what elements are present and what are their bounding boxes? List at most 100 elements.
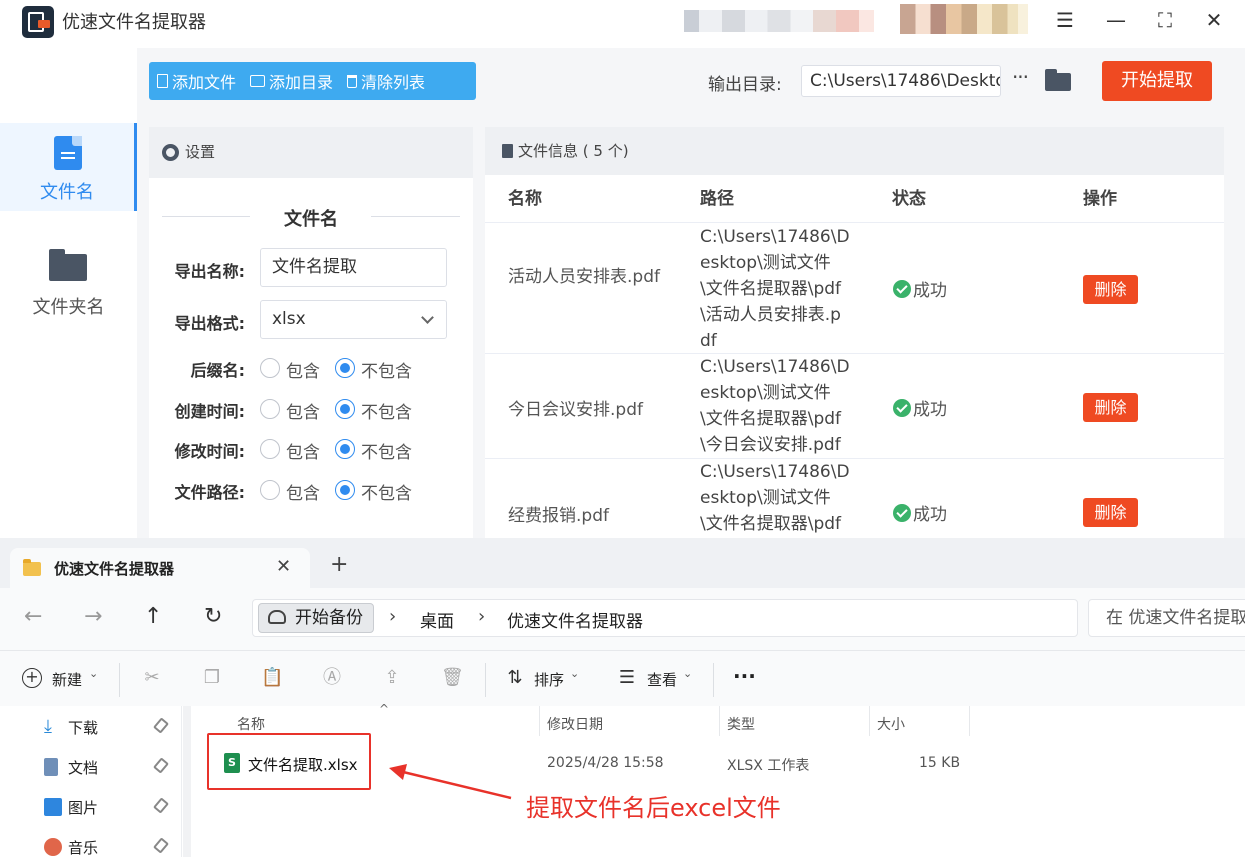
success-check-icon [893,399,911,417]
music-icon [44,838,62,856]
column-header-modified[interactable]: 修改日期 [547,714,603,734]
share-icon[interactable]: ⇪ [381,667,403,689]
radio-exclude-label: 不包含 [361,443,412,463]
sidebar-item-pictures[interactable]: 图片 [44,796,174,820]
sort-caret-icon: ^ [379,702,390,716]
radio-include[interactable] [260,358,280,378]
more-options-button[interactable]: ··· [1008,64,1032,94]
pin-icon[interactable] [152,797,170,814]
menu-icon[interactable]: ☰ [1050,6,1080,36]
file-icon [54,136,82,170]
blurred-avatar [900,4,1028,34]
back-arrow-icon[interactable]: ← [24,604,42,629]
forward-arrow-icon[interactable]: → [84,604,102,629]
pin-icon[interactable] [152,757,170,774]
nav-label: 文件夹名 [32,297,105,318]
sidebar-scrollbar[interactable] [183,706,191,857]
sidebar-item-downloads[interactable]: ⤓ 下载 [44,716,174,740]
export-format-select[interactable]: xlsx [260,300,447,339]
new-label: 新建 [52,671,83,689]
add-file-button[interactable]: 添加文件 [149,62,242,100]
radio-include[interactable] [260,399,280,419]
refresh-icon[interactable]: ↻ [204,604,222,629]
delete-button[interactable]: 删除 [1083,393,1138,422]
sidebar-item-music[interactable]: 音乐 [44,836,174,857]
nav-item-filename[interactable]: 文件名 [0,123,137,211]
nav-item-foldername[interactable]: 文件夹名 [0,238,137,326]
column-divider[interactable] [719,706,720,736]
minimize-icon[interactable]: — [1101,6,1131,36]
success-check-icon [893,280,911,298]
up-arrow-icon[interactable]: ↑ [144,604,162,629]
copy-icon[interactable]: ❐ [201,667,223,689]
column-header-status: 状态 [892,189,926,209]
annotation-arrow [389,764,512,800]
column-header-type[interactable]: 类型 [727,714,755,734]
column-divider[interactable] [969,706,970,736]
column-divider[interactable] [539,706,540,736]
close-icon[interactable]: ✕ [1199,6,1229,36]
more-button[interactable]: ··· [733,664,756,688]
delete-button[interactable]: 删除 [1083,275,1138,304]
add-directory-label: 添加目录 [269,73,334,92]
radio-exclude[interactable] [335,358,355,378]
annotation-text: 提取文件名后excel文件 [526,794,781,822]
rename-icon[interactable]: Ⓐ [321,667,343,689]
pictures-icon [44,798,62,816]
search-input[interactable]: 在 优速文件名提取 [1088,599,1245,637]
new-tab-button[interactable]: + [330,554,348,576]
close-tab-icon[interactable]: ✕ [276,556,291,577]
open-folder-icon[interactable] [1045,69,1071,91]
document-icon [502,144,513,158]
add-directory-button[interactable]: 添加目录 [242,62,339,100]
paste-icon[interactable]: 📋 [261,667,283,689]
maximize-icon[interactable]: ⛶ [1150,6,1180,36]
chevron-right-icon: › [389,606,397,627]
clear-list-button[interactable]: 清除列表 [339,62,431,100]
radio-exclude[interactable] [335,439,355,459]
radio-exclude[interactable] [335,399,355,419]
row-divider [485,353,1224,354]
breadcrumb-folder[interactable]: 优速文件名提取器 [507,607,643,632]
pin-icon[interactable] [152,717,170,734]
radio-include-label: 包含 [286,403,320,423]
blurred-account-info [684,10,874,32]
file-type: XLSX 工作表 [727,758,810,774]
settings-header: 设置 [149,127,473,178]
export-name-input[interactable]: 文件名提取 [260,248,447,287]
download-icon: ⤓ [44,716,52,737]
column-header-size[interactable]: 大小 [877,714,905,734]
cut-icon[interactable]: ✂ [141,667,163,689]
address-input[interactable]: 开始备份 › 桌面 › 优速文件名提取器 [252,599,1078,637]
column-divider[interactable] [869,706,870,736]
column-header-name[interactable]: 名称 [237,714,265,734]
pin-icon[interactable] [152,837,170,854]
status-text: 成功 [913,505,947,525]
start-extract-button[interactable]: 开始提取 [1102,61,1212,101]
row-divider [485,222,1224,223]
option-label: 修改时间: [174,442,245,461]
radio-exclude[interactable] [335,480,355,500]
output-dir-input[interactable]: C:\Users\17486\Deskto [801,65,1001,97]
radio-exclude-label: 不包含 [361,484,412,504]
radio-include[interactable] [260,439,280,459]
delete-button[interactable]: 删除 [1083,498,1138,527]
folder-icon [23,559,41,576]
sidebar-item-documents[interactable]: 文档 [44,756,174,780]
export-format-value: xlsx [272,309,306,329]
breadcrumb-desktop[interactable]: 桌面 [420,607,454,632]
radio-include[interactable] [260,480,280,500]
explorer-tab[interactable]: 优速文件名提取器 ✕ [10,548,310,588]
section-title: 文件名 [284,209,338,230]
radio-include-label: 包含 [286,443,320,463]
chevron-down-icon: ⌄ [89,667,99,680]
file-size: 15 KB [919,755,961,771]
file-modified: 2025/4/28 15:58 [547,755,664,771]
breadcrumb-backup[interactable]: 开始备份 [258,603,374,633]
folder-icon [49,249,87,281]
delete-icon[interactable]: 🗑 [441,667,464,689]
divider [713,663,714,697]
cloud-backup-icon [268,610,286,624]
radio-exclude-label: 不包含 [361,403,412,423]
plus-circle-icon: + [22,668,42,688]
